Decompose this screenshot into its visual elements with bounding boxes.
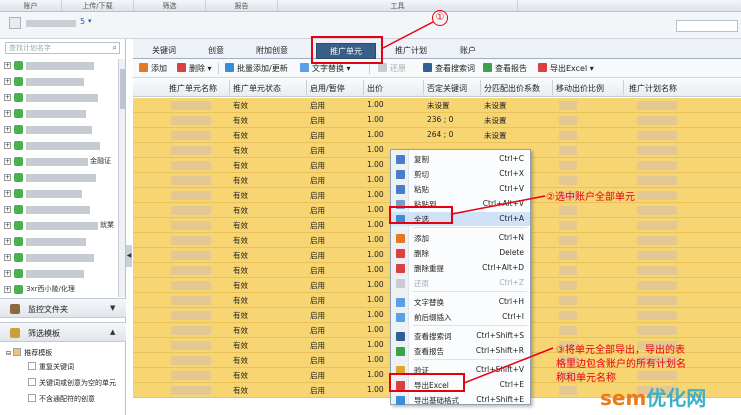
step3-line1: ③将单元全部导出，导出的表: [556, 345, 685, 356]
arrow-to-step1: [382, 21, 434, 49]
step3-line2: 格里边包含账户的所有计划名: [556, 359, 686, 370]
step1-marker: ①: [432, 10, 448, 26]
watermark-part2: 优化网: [646, 386, 707, 410]
arrow-to-step3: [463, 347, 554, 384]
annotation-box-select-all: [389, 206, 453, 224]
arrow-to-step2: [451, 195, 546, 215]
annotation-box-export-excel: [389, 373, 465, 392]
watermark-part1: sem: [600, 386, 647, 410]
watermark-logo: sem优化网: [600, 382, 706, 411]
step2-annotation: ②选中账户全部单元: [546, 192, 635, 203]
